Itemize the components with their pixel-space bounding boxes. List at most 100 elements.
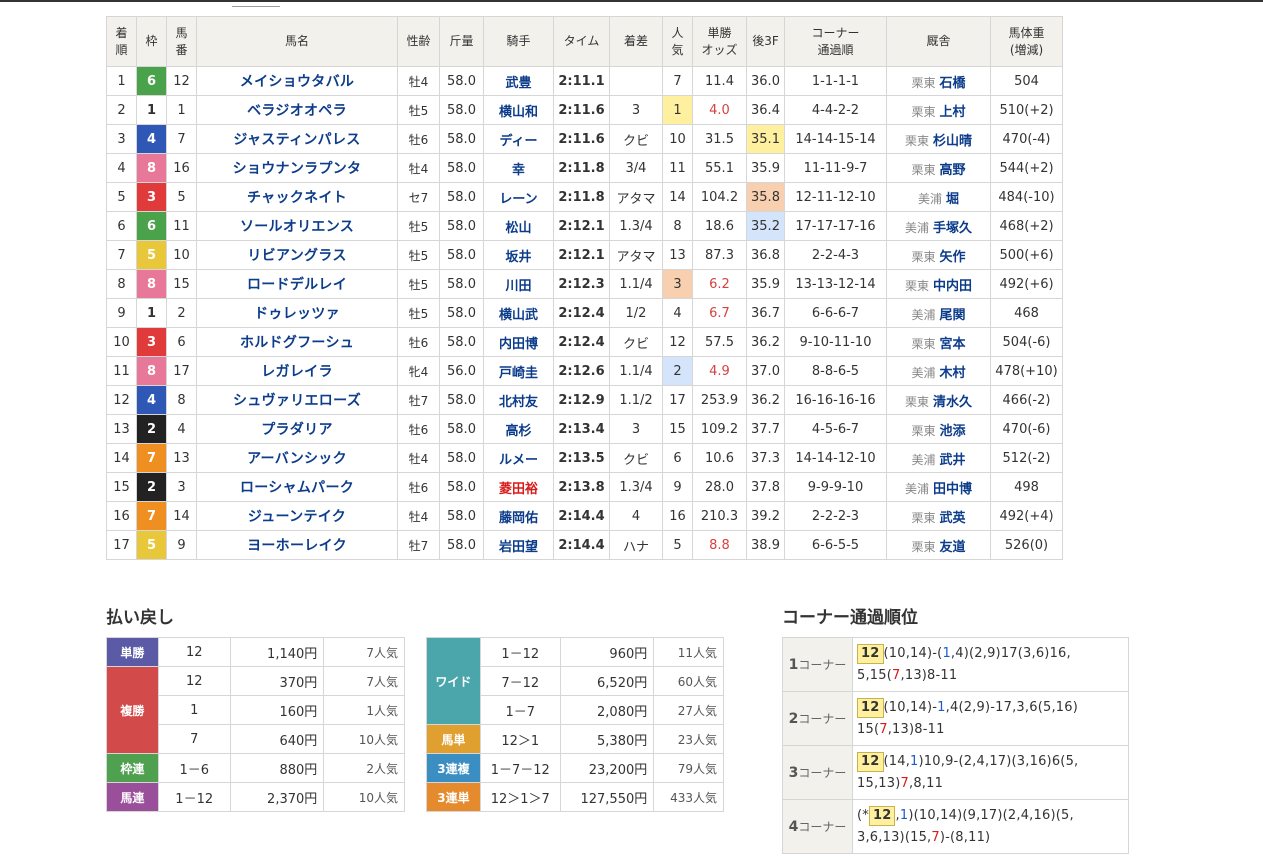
stable: 美浦 木村 bbox=[886, 356, 991, 386]
jockey-link[interactable]: 菱田裕 bbox=[483, 472, 554, 502]
order-text: 1 bbox=[910, 753, 919, 769]
stable: 栗東 矢作 bbox=[886, 240, 991, 270]
jockey-link[interactable]: レーン bbox=[483, 182, 554, 212]
sex-age: 牡4 bbox=[397, 66, 440, 96]
jockey-link[interactable]: 幸 bbox=[483, 153, 554, 183]
trainer-link[interactable]: 尾関 bbox=[940, 308, 966, 323]
trainer-link[interactable]: 池添 bbox=[940, 424, 966, 439]
stable: 栗東 池添 bbox=[886, 414, 991, 444]
jockey-link[interactable]: 坂井 bbox=[483, 240, 554, 270]
body-weight: 468(+2) bbox=[990, 211, 1063, 241]
corner-passing-order: 12 (10,14)-1,4(2,9)-17,3,6(5,16) 15(7,13)8… bbox=[852, 691, 1129, 746]
horse-name-link[interactable]: ヨーホーレイク bbox=[196, 530, 398, 560]
frame-number-badge: 5 bbox=[136, 530, 167, 560]
horse-name-link[interactable]: ベラジオオペラ bbox=[196, 95, 398, 125]
horse-name-link[interactable]: ホルドグフーシュ bbox=[196, 327, 398, 357]
payout-amount: 127,550円 bbox=[559, 782, 655, 812]
jockey-link[interactable]: ルメー bbox=[483, 443, 554, 473]
last-3f: 35.9 bbox=[746, 269, 785, 299]
trainer-link[interactable]: 高野 bbox=[940, 163, 966, 178]
order-text: )(10,14)(9,17)(2,4,16)(5, bbox=[908, 807, 1074, 823]
jockey-link[interactable]: 北村友 bbox=[483, 385, 554, 415]
payout-table-left: 単勝 12 1,140円 7人気 複勝 12 370円 7人気 1 160円 1人気 7 640円 10人… bbox=[106, 637, 405, 812]
jockey-link[interactable]: 高杉 bbox=[483, 414, 554, 444]
trainer-link[interactable]: 上村 bbox=[940, 105, 966, 120]
trainer-link[interactable]: 石橋 bbox=[940, 76, 966, 91]
last-3f: 37.8 bbox=[746, 472, 785, 502]
horse-number: 8 bbox=[166, 385, 197, 415]
payout-popularity: 60人気 bbox=[653, 666, 724, 696]
table-row: 12 4 8 シュヴァリエローズ 牡7 58.0 北村友 2:12.9 1.1/2 17 253.9… bbox=[106, 385, 1063, 415]
finish-time: 2:12.1 bbox=[553, 211, 610, 241]
margin: クビ bbox=[609, 327, 663, 357]
last-3f: 35.1 bbox=[746, 124, 785, 154]
popularity: 7 bbox=[662, 66, 693, 96]
jockey-link[interactable]: 川田 bbox=[483, 269, 554, 299]
payout-amount: 1,140円 bbox=[229, 637, 325, 667]
horse-name-link[interactable]: ソールオリエンス bbox=[196, 211, 398, 241]
jockey-link[interactable]: 戸崎圭 bbox=[483, 356, 554, 386]
corner-label-suffix: コーナー bbox=[798, 712, 847, 726]
trainer-link[interactable]: 矢作 bbox=[940, 250, 966, 265]
corner-order: 16-16-16-16 bbox=[784, 385, 887, 415]
weight-carried: 58.0 bbox=[439, 66, 484, 96]
trainer-link[interactable]: 友道 bbox=[940, 540, 966, 555]
jockey-link[interactable]: 横山武 bbox=[483, 298, 554, 328]
payout-combination: 12 bbox=[157, 637, 231, 667]
body-weight: 492(+4) bbox=[990, 501, 1063, 531]
horse-name-link[interactable]: ジューンテイク bbox=[196, 501, 398, 531]
horse-name-link[interactable]: メイショウタバル bbox=[196, 66, 398, 96]
trainer-link[interactable]: 武英 bbox=[940, 511, 966, 526]
margin: クビ bbox=[609, 443, 663, 473]
win-odds: 87.3 bbox=[692, 240, 747, 270]
trainer-link[interactable]: 杉山晴 bbox=[933, 134, 972, 149]
table-row: 15 2 3 ローシャムパーク 牡6 58.0 菱田裕 2:13.8 1.3/4 9 28.0 37.… bbox=[106, 472, 1063, 502]
frame-number-badge: 2 bbox=[136, 414, 167, 444]
finish-time: 2:12.1 bbox=[553, 240, 610, 270]
jockey-link[interactable]: 岩田望 bbox=[483, 530, 554, 560]
trainer-link[interactable]: 手塚久 bbox=[933, 221, 972, 236]
horse-name-link[interactable]: ロードデルレイ bbox=[196, 269, 398, 299]
last-3f: 35.9 bbox=[746, 153, 785, 183]
horse-name-link[interactable]: リビアングラス bbox=[196, 240, 398, 270]
jockey-link[interactable]: 内田博 bbox=[483, 327, 554, 357]
payout-amount: 160円 bbox=[229, 695, 325, 725]
corner-passing-table: 1コーナー 12 (10,14)-(1,4)(2,9)17(3,6)16, 5,15(… bbox=[782, 637, 1129, 854]
horse-name-link[interactable]: ジャスティンパレス bbox=[196, 124, 398, 154]
body-weight: 504 bbox=[990, 66, 1063, 96]
payout-popularity: 10人気 bbox=[323, 724, 405, 754]
jockey-link[interactable]: ディー bbox=[483, 124, 554, 154]
jockey-link[interactable]: 松山 bbox=[483, 211, 554, 241]
header-label-line: 順 bbox=[115, 42, 128, 57]
horse-name-link[interactable]: アーバンシック bbox=[196, 443, 398, 473]
trainer-link[interactable]: 堀 bbox=[946, 192, 959, 207]
margin: アタマ bbox=[609, 182, 663, 212]
payout-amount: 370円 bbox=[229, 666, 325, 696]
win-odds: 109.2 bbox=[692, 414, 747, 444]
horse-name-link[interactable]: チャックネイト bbox=[196, 182, 398, 212]
trainer-link[interactable]: 武井 bbox=[940, 453, 966, 468]
jockey-link[interactable]: 横山和 bbox=[483, 95, 554, 125]
horse-name-link[interactable]: ショウナンラプンタ bbox=[196, 153, 398, 183]
results-header-row: 着順 枠 馬番 馬名 性齢 斤量 騎手 タイム 着差 人気 単勝 オッズ 後3F … bbox=[106, 16, 1063, 67]
top-tab-indicator bbox=[232, 6, 280, 7]
horse-name-link[interactable]: シュヴァリエローズ bbox=[196, 385, 398, 415]
trainer-link[interactable]: 清水久 bbox=[933, 395, 972, 410]
jockey-link[interactable]: 藤岡佑 bbox=[483, 501, 554, 531]
trainer-link[interactable]: 中内田 bbox=[933, 279, 972, 294]
stable: 美浦堀 bbox=[886, 182, 991, 212]
leader-badge: 12 bbox=[857, 697, 884, 718]
horse-name-link[interactable]: ドゥレッツァ bbox=[196, 298, 398, 328]
payout-combination: 12＞1 bbox=[479, 724, 561, 754]
last-3f: 38.9 bbox=[746, 530, 785, 560]
finish-rank: 6 bbox=[106, 211, 137, 241]
horse-name-link[interactable]: プラダリア bbox=[196, 414, 398, 444]
horse-name-link[interactable]: ローシャムパーク bbox=[196, 472, 398, 502]
trainer-link[interactable]: 宮本 bbox=[940, 337, 966, 352]
table-row: 1 6 12 メイショウタバル 牡4 58.0 武豊 2:11.1 7 11.4 36.0 1-1-1… bbox=[106, 66, 1063, 96]
trainer-link[interactable]: 田中博 bbox=[933, 482, 972, 497]
trainer-link[interactable]: 木村 bbox=[940, 366, 966, 381]
jockey-link[interactable]: 武豊 bbox=[483, 66, 554, 96]
finish-time: 2:11.8 bbox=[553, 182, 610, 212]
horse-name-link[interactable]: レガレイラ bbox=[196, 356, 398, 386]
